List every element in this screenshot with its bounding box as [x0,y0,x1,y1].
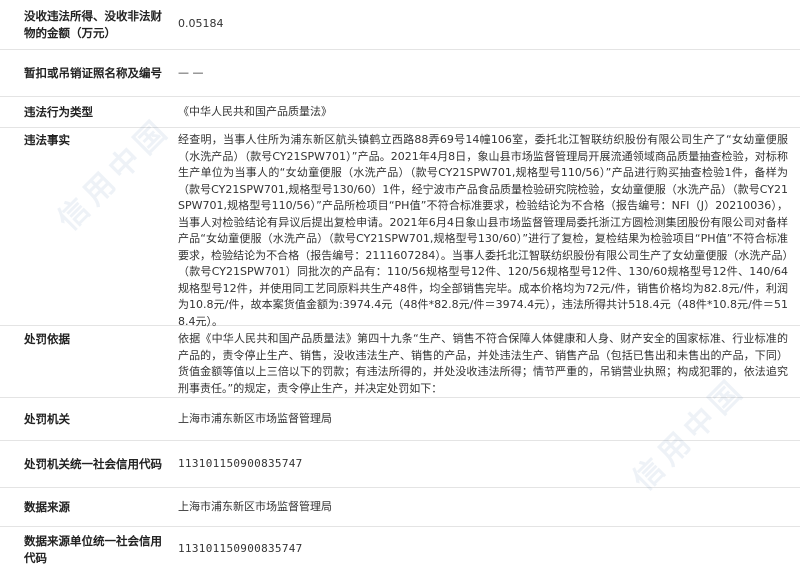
row-penalty-basis: 处罚依据 依据《中华人民共和国产品质量法》第四十九条“生产、销售不符合保障人体健… [0,326,800,398]
field-value: 113101150900835747 [178,542,303,556]
field-label: 没收违法所得、没收非法财物的金额（万元） [24,8,162,40]
row-license-revocation: 暂扣或吊销证照名称及编号 — — [0,50,800,97]
row-authority-credit-code: 处罚机关统一社会信用代码 113101150900835747 [0,441,800,488]
row-data-source: 数据来源 上海市浦东新区市场监督管理局 [0,488,800,527]
field-label: 数据来源单位统一社会信用代码 [24,533,162,565]
field-value: — — [178,65,204,79]
row-penalty-authority: 处罚机关 上海市浦东新区市场监督管理局 [0,398,800,441]
field-label: 数据来源 [24,499,70,514]
field-value: 0.05184 [178,17,224,31]
field-value: 经查明，当事人住所为浦东新区航头镇鹤立西路88弄69号14幢106室，委托北江智… [178,133,788,328]
row-violation-type: 违法行为类型 《中华人民共和国产品质量法》 [0,97,800,128]
row-confiscation-amount: 没收违法所得、没收非法财物的金额（万元） 0.05184 [0,0,800,50]
field-value: 113101150900835747 [178,456,303,470]
field-label: 处罚机关 [24,411,70,426]
field-value: 上海市浦东新区市场监督管理局 [178,499,332,513]
penalty-detail-table: 没收违法所得、没收非法财物的金额（万元） 0.05184 暂扣或吊销证照名称及编… [0,0,800,572]
field-value: 依据《中华人民共和国产品质量法》第四十九条“生产、销售不符合保障人体健康和人身、… [178,332,788,395]
field-value: 上海市浦东新区市场监督管理局 [178,411,332,425]
field-label: 违法行为类型 [24,104,93,119]
row-violation-facts: 违法事实 经查明，当事人住所为浦东新区航头镇鹤立西路88弄69号14幢106室，… [0,128,800,328]
field-label: 违法事实 [24,133,70,147]
field-label: 暂扣或吊销证照名称及编号 [24,65,162,80]
field-value: 《中华人民共和国产品质量法》 [178,104,332,118]
row-source-credit-code: 数据来源单位统一社会信用代码 113101150900835747 [0,527,800,572]
field-label: 处罚机关统一社会信用代码 [24,456,162,471]
field-label: 处罚依据 [24,332,70,346]
